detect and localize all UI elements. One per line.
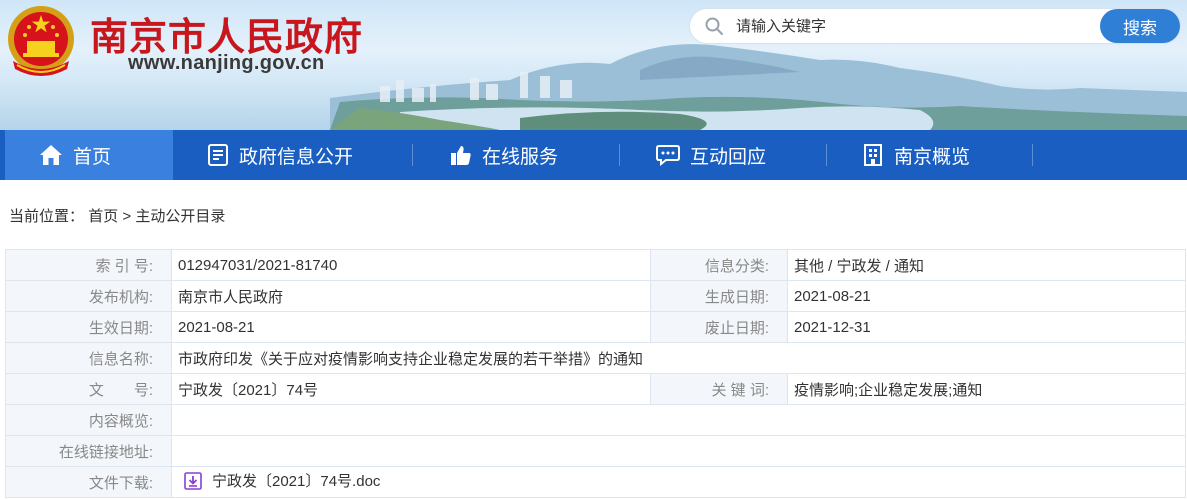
online-link-value [171,435,1186,467]
document-info-table: 索 引 号: 012947031/2021-81740 信息分类: 其他 / 宁… [5,249,1186,498]
effective-date-label: 生效日期: [5,311,172,343]
keywords-value: 疫情影响;企业稳定发展;通知 [787,373,1186,405]
breadcrumb-current-link[interactable]: 主动公开目录 [135,208,225,225]
document-icon [208,144,228,166]
nav-item-home[interactable]: 首页 [5,130,173,180]
category-label: 信息分类: [650,249,788,281]
table-row: 在线链接地址: [5,435,1186,467]
file-download-label: 文件下载: [5,466,172,498]
breadcrumb-prefix: 当前位置： [9,208,85,225]
expire-date-label: 废止日期: [650,311,788,343]
search-icon [705,17,723,35]
info-name-label: 信息名称: [5,342,172,374]
nav-divider [619,144,620,166]
expire-date-value: 2021-12-31 [787,311,1186,343]
index-value: 012947031/2021-81740 [171,249,651,281]
nav-item-label: 首页 [73,146,112,168]
summary-value [171,404,1186,436]
search-bar: 搜索 [690,9,1180,43]
publisher-label: 发布机构: [5,280,172,312]
created-date-value: 2021-08-21 [787,280,1186,312]
doc-number-value: 宁政发〔2021〕74号 [171,373,651,405]
nav-item-online-service[interactable]: 在线服务 [450,130,558,180]
info-name-value: 市政府印发《关于应对疫情影响支持企业稳定发展的若干举措》的通知 [171,342,1186,374]
breadcrumb: 当前位置： 首页 > 主动公开目录 [9,205,225,226]
summary-label: 内容概览: [5,404,172,436]
main-nav: 首页 政府信息公开 在线服务 互动回应 南京概览 [0,130,1187,180]
breadcrumb-separator: > [122,208,132,225]
nav-item-interaction[interactable]: 互动回应 [656,130,766,180]
publisher-value: 南京市人民政府 [171,280,651,312]
table-row: 发布机构: 南京市人民政府 生成日期: 2021-08-21 [5,280,1186,312]
online-link-label: 在线链接地址: [5,435,172,467]
national-emblem-icon [8,6,74,76]
nav-item-nanjing-overview[interactable]: 南京概览 [862,130,970,180]
building-icon [864,144,882,166]
file-download-cell: 宁政发〔2021〕74号.doc [171,466,1186,498]
effective-date-value: 2021-08-21 [171,311,651,343]
site-header: 南京市人民政府 www.nanjing.gov.cn 搜索 [0,0,1187,130]
thumbs-up-icon [451,146,471,165]
doc-number-label: 文 号: [5,373,172,405]
nav-divider [412,144,413,166]
nav-item-label: 政府信息公开 [239,146,354,168]
category-value: 其他 / 宁政发 / 通知 [787,249,1186,281]
download-icon [184,471,202,490]
keywords-label: 关 键 词: [650,373,788,405]
table-row: 文件下载: 宁政发〔2021〕74号.doc [5,466,1186,498]
site-url: www.nanjing.gov.cn [128,52,325,74]
nav-item-gov-info[interactable]: 政府信息公开 [207,130,353,180]
breadcrumb-home-link[interactable]: 首页 [88,208,118,225]
index-label: 索 引 号: [5,249,172,281]
search-input[interactable] [736,13,1076,39]
nav-divider [826,144,827,166]
file-download-link[interactable]: 宁政发〔2021〕74号.doc [178,470,380,491]
nav-item-label: 互动回应 [690,146,767,168]
created-date-label: 生成日期: [650,280,788,312]
table-row: 生效日期: 2021-08-21 废止日期: 2021-12-31 [5,311,1186,343]
nav-divider [1032,144,1033,166]
table-row: 信息名称: 市政府印发《关于应对疫情影响支持企业稳定发展的若干举措》的通知 [5,342,1186,374]
table-row: 索 引 号: 012947031/2021-81740 信息分类: 其他 / 宁… [5,249,1186,281]
search-button[interactable]: 搜索 [1100,9,1180,43]
table-row: 内容概览: [5,404,1186,436]
table-row: 文 号: 宁政发〔2021〕74号 关 键 词: 疫情影响;企业稳定发展;通知 [5,373,1186,405]
nav-item-label: 在线服务 [482,146,559,168]
file-download-name: 宁政发〔2021〕74号.doc [212,473,381,491]
nav-item-label: 南京概览 [894,146,971,168]
chat-icon [656,145,680,166]
home-icon [40,145,62,165]
